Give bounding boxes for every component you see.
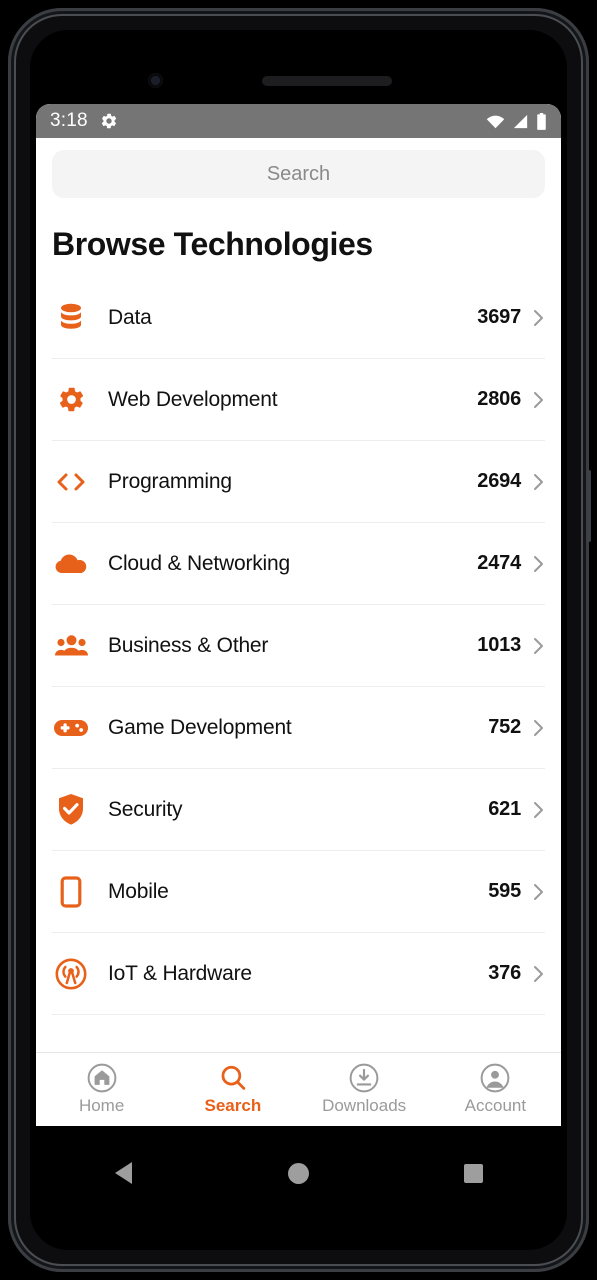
chevron-right-icon — [534, 637, 543, 654]
gear-icon — [52, 381, 90, 419]
gear-icon — [101, 113, 116, 129]
category-row-data[interactable]: Data 3697 — [52, 277, 545, 359]
chevron-right-icon — [534, 883, 543, 900]
wifi-icon — [486, 115, 505, 128]
category-row-security[interactable]: Security 621 — [52, 769, 545, 851]
category-row-programming[interactable]: Programming 2694 — [52, 441, 545, 523]
category-label: IoT & Hardware — [108, 961, 252, 985]
nav-tab-downloads[interactable]: Downloads — [299, 1053, 430, 1126]
power-button[interactable] — [587, 470, 591, 542]
category-label: Web Development — [108, 387, 278, 411]
android-system-navigation-bar — [36, 1126, 561, 1220]
category-count: 3697 — [477, 306, 521, 328]
broadcast-sensor-icon — [52, 955, 90, 993]
status-bar-clock: 3:18 — [50, 110, 88, 131]
back-triangle-icon — [115, 1162, 132, 1184]
front-camera-icon — [148, 73, 163, 88]
category-label: Data — [108, 305, 152, 329]
nav-tab-account[interactable]: Account — [430, 1053, 561, 1126]
app-viewport: 3:18 Browse Technologies — [36, 104, 561, 1126]
smartphone-icon — [52, 873, 90, 911]
category-label: Mobile — [108, 879, 169, 903]
people-group-icon — [52, 627, 90, 665]
speaker-grille — [262, 76, 392, 86]
chevron-right-icon — [534, 555, 543, 572]
search-input[interactable] — [52, 150, 545, 198]
magnifier-icon — [221, 1065, 246, 1090]
search-bar-container — [36, 138, 561, 204]
bottom-navigation-bar: Home Search Downloads Account — [36, 1052, 561, 1126]
chevron-right-icon — [534, 719, 543, 736]
download-circle-icon — [349, 1063, 379, 1093]
category-count: 752 — [488, 716, 521, 738]
category-label: Cloud & Networking — [108, 551, 290, 575]
system-recents-button[interactable] — [386, 1163, 561, 1183]
system-back-button[interactable] — [36, 1162, 211, 1184]
category-label: Game Development — [108, 715, 292, 739]
chevron-right-icon — [534, 473, 543, 490]
category-count: 595 — [488, 880, 521, 902]
category-count: 2694 — [477, 470, 521, 492]
chevron-right-icon — [534, 965, 543, 982]
category-count: 2806 — [477, 388, 521, 410]
status-bar: 3:18 — [36, 104, 561, 138]
category-count: 376 — [488, 962, 521, 984]
page-title: Browse Technologies — [52, 226, 373, 262]
chevron-right-icon — [534, 391, 543, 408]
status-bar-notification-icons — [100, 112, 118, 130]
category-label: Security — [108, 797, 183, 821]
home-circle-icon — [288, 1162, 309, 1184]
status-bar-system-icons — [486, 112, 547, 130]
category-count: 621 — [488, 798, 521, 820]
cellular-signal-icon — [513, 114, 528, 128]
category-label: Business & Other — [108, 633, 269, 657]
category-row-iot-hardware[interactable]: IoT & Hardware 376 — [52, 933, 545, 1015]
category-count: 1013 — [477, 634, 521, 656]
cloud-icon — [52, 545, 90, 583]
nav-tab-home[interactable]: Home — [36, 1053, 167, 1126]
gamepad-icon — [52, 709, 90, 747]
nav-tab-label: Account — [464, 1096, 527, 1115]
system-home-button[interactable] — [211, 1162, 386, 1184]
chevron-right-icon — [534, 801, 543, 818]
home-circle-icon — [87, 1063, 116, 1093]
category-row-business-other[interactable]: Business & Other 1013 — [52, 605, 545, 687]
category-row-mobile[interactable]: Mobile 595 — [52, 851, 545, 933]
recents-square-icon — [464, 1163, 483, 1183]
nav-tab-search[interactable]: Search — [167, 1053, 298, 1126]
code-brackets-icon — [52, 463, 90, 501]
nav-tab-label: Search — [204, 1096, 262, 1115]
shield-check-icon — [52, 791, 90, 829]
category-count: 2474 — [477, 552, 521, 574]
chevron-right-icon — [534, 309, 543, 326]
database-icon — [52, 299, 90, 337]
category-list: Data 3697 Web Development 2806 Programmi… — [36, 277, 561, 1052]
account-circle-icon — [481, 1063, 510, 1093]
category-row-game-development[interactable]: Game Development 752 — [52, 687, 545, 769]
nav-tab-label: Home — [78, 1096, 125, 1115]
category-label: Programming — [108, 469, 232, 493]
category-row-web-development[interactable]: Web Development 2806 — [52, 359, 545, 441]
nav-tab-label: Downloads — [322, 1096, 407, 1115]
category-row-cloud-networking[interactable]: Cloud & Networking 2474 — [52, 523, 545, 605]
battery-icon — [537, 112, 546, 130]
